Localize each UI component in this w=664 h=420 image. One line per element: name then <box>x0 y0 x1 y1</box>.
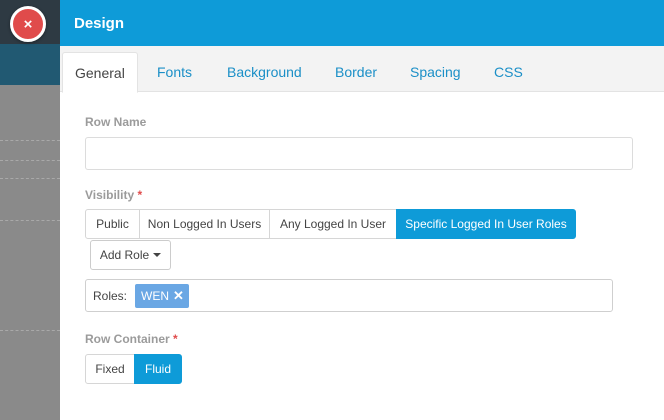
background-divider <box>0 178 60 179</box>
caret-down-icon <box>153 253 162 257</box>
required-marker: * <box>173 332 178 346</box>
background-divider <box>0 220 60 221</box>
close-icon: × <box>23 15 33 33</box>
tab-border[interactable]: Border <box>335 52 377 92</box>
roles-multiselect[interactable]: Roles: WEN ✕ <box>85 279 613 312</box>
add-role-dropdown[interactable]: Add Role <box>90 240 171 270</box>
design-modal: Design General Fonts Background Border S… <box>60 0 664 420</box>
add-role-label: Add Role <box>99 248 150 262</box>
remove-tag-icon[interactable]: ✕ <box>173 288 184 304</box>
visibility-label: Visibility * <box>85 188 142 202</box>
visibility-label-text: Visibility <box>85 188 135 202</box>
row-container-label: Row Container * <box>85 332 178 346</box>
visibility-any-logged-in-option[interactable]: Any Logged In User <box>269 209 397 239</box>
visibility-public-option[interactable]: Public <box>85 209 140 239</box>
tab-fonts[interactable]: Fonts <box>157 52 192 92</box>
visibility-specific-roles-option[interactable]: Specific Logged In User Roles <box>396 209 576 239</box>
modal-header: Design <box>60 0 664 46</box>
tab-general[interactable]: General <box>62 52 138 93</box>
tab-bar: General Fonts Background Border Spacing … <box>60 46 664 93</box>
row-name-input[interactable] <box>85 137 633 170</box>
background-divider <box>0 140 60 141</box>
tab-css[interactable]: CSS <box>494 52 523 92</box>
tab-spacing[interactable]: Spacing <box>410 52 461 92</box>
container-fluid-option[interactable]: Fluid <box>134 354 182 384</box>
background-divider <box>0 330 60 331</box>
tab-background[interactable]: Background <box>227 52 302 92</box>
role-tag-label: WEN <box>141 288 170 303</box>
close-modal-button[interactable]: × <box>10 6 46 42</box>
background-body <box>0 85 60 420</box>
background-divider <box>0 160 60 161</box>
visibility-non-logged-in-option[interactable]: Non Logged In Users <box>139 209 270 239</box>
row-container-label-text: Row Container <box>85 332 170 346</box>
roles-label: Roles: <box>93 288 128 303</box>
container-fixed-option[interactable]: Fixed <box>85 354 135 384</box>
role-tag: WEN ✕ <box>135 283 189 308</box>
required-marker: * <box>137 188 143 202</box>
modal-title: Design <box>74 14 125 32</box>
background-header-band <box>0 44 60 85</box>
row-name-label: Row Name <box>85 115 147 129</box>
